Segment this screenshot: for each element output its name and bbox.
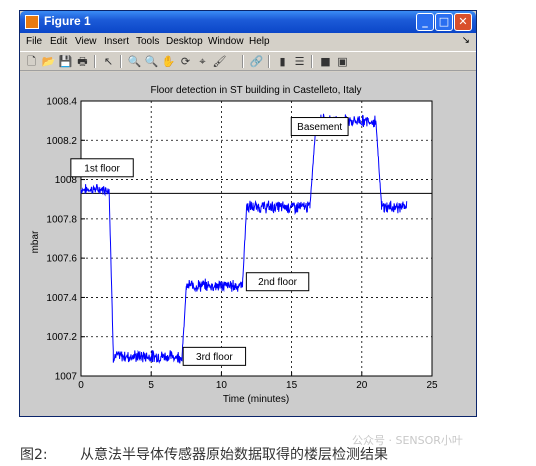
zoom-out-icon[interactable]: 🔍 xyxy=(144,54,159,69)
rotate-3d-icon[interactable]: ⟳ xyxy=(178,54,193,69)
annotation-label: 2nd floor xyxy=(258,277,298,288)
toolbar-separator xyxy=(120,55,122,68)
annotation-box: Basement xyxy=(290,117,349,137)
maximize-button[interactable]: □ xyxy=(435,13,453,31)
y-tick-label: 1007 xyxy=(55,372,78,383)
title-bar[interactable]: Figure 1 _ □ ✕ xyxy=(20,11,476,33)
toolbar-separator xyxy=(94,55,96,68)
annotation-label: Basement xyxy=(297,122,342,133)
y-tick-label: 1007.6 xyxy=(46,254,77,265)
menu-insert[interactable]: Insert xyxy=(104,36,129,47)
x-axis-label: Time (minutes) xyxy=(223,394,289,405)
hide-plot-tools-icon[interactable]: ■ xyxy=(318,54,333,69)
open-file-icon[interactable]: 📂 xyxy=(41,54,56,69)
annotation-label: 3rd floor xyxy=(196,352,233,363)
menu-bar: File Edit View Insert Tools Desktop Wind… xyxy=(20,34,476,50)
show-plot-tools-icon[interactable]: ▣ xyxy=(335,54,350,69)
close-button[interactable]: ✕ xyxy=(454,13,472,31)
insert-legend-icon[interactable]: ☰ xyxy=(292,54,307,69)
watermark: 公众号 · SENSOR小叶 xyxy=(352,434,463,447)
menu-view[interactable]: View xyxy=(75,36,97,47)
x-tick-label: 15 xyxy=(286,380,298,391)
y-tick-label: 1007.4 xyxy=(46,293,77,304)
print-icon[interactable]: 🖶 xyxy=(75,54,90,69)
x-tick-label: 20 xyxy=(356,380,368,391)
link-plot-icon[interactable]: 🔗 xyxy=(249,54,264,69)
insert-colorbar-icon[interactable]: ▮ xyxy=(275,54,290,69)
x-tick-label: 25 xyxy=(426,380,438,391)
plot-area xyxy=(80,100,433,377)
annotation-box: 1st floor xyxy=(70,158,134,178)
y-tick-label: 1008.2 xyxy=(46,136,77,147)
matlab-figure-icon xyxy=(25,15,39,29)
toolbar-separator xyxy=(242,55,244,68)
zoom-in-icon[interactable]: 🔍 xyxy=(127,54,142,69)
menu-dock-arrow-icon[interactable]: ↘ xyxy=(462,35,470,46)
chart-title: Floor detection in ST building in Castel… xyxy=(150,85,361,96)
pressure-chart[interactable]: 0 5 10 15 20 25 1007 1007.2 1007.4 1007.6 1007.8 10… xyxy=(20,72,476,416)
toolbar-separator xyxy=(268,55,270,68)
figure-caption-text: 从意法半导体传感器原始数据取得的楼层检测结果 xyxy=(80,447,388,463)
toolbar-separator xyxy=(311,55,313,68)
y-tick-label: 1008.4 xyxy=(46,97,77,108)
minimize-button[interactable]: _ xyxy=(416,13,434,31)
y-tick-label: 1007.8 xyxy=(46,214,77,225)
brush-icon[interactable]: 🖌 xyxy=(212,54,227,69)
y-axis-label: mbar xyxy=(30,230,41,253)
menu-file[interactable]: File xyxy=(26,36,42,47)
edit-plot-icon[interactable]: ↖ xyxy=(101,54,116,69)
menu-tools[interactable]: Tools xyxy=(136,36,159,47)
annotation-box: 2nd floor xyxy=(245,272,310,292)
menu-desktop[interactable]: Desktop xyxy=(166,36,203,47)
menu-window[interactable]: Window xyxy=(208,36,244,47)
menu-edit[interactable]: Edit xyxy=(50,36,67,47)
y-tick-label: 1007.2 xyxy=(46,332,77,343)
new-figure-icon[interactable]: 🗋 xyxy=(24,54,39,69)
annotation-label: 1st floor xyxy=(84,163,120,174)
menu-help[interactable]: Help xyxy=(249,36,270,47)
figure-canvas[interactable]: 0 5 10 15 20 25 1007 1007.2 1007.4 1007.6 1007.8 10… xyxy=(20,72,476,416)
window-title: Figure 1 xyxy=(44,14,91,28)
x-tick-label: 0 xyxy=(78,380,84,391)
annotation-box: 3rd floor xyxy=(182,346,247,366)
figure-window: Figure 1 _ □ ✕ File Edit View Insert Too… xyxy=(19,10,477,417)
x-tick-label: 5 xyxy=(148,380,154,391)
figure-caption-number: 图2: xyxy=(20,447,48,463)
figure-toolbar: 🗋 📂 💾 🖶 ↖ 🔍 🔍 ✋ ⟳ ⌖ 🖌 🔗 ▮ ☰ ■ ▣ xyxy=(20,51,476,71)
data-cursor-icon[interactable]: ⌖ xyxy=(195,54,210,69)
x-tick-label: 10 xyxy=(216,380,228,391)
pan-icon[interactable]: ✋ xyxy=(161,54,176,69)
save-icon[interactable]: 💾 xyxy=(58,54,73,69)
